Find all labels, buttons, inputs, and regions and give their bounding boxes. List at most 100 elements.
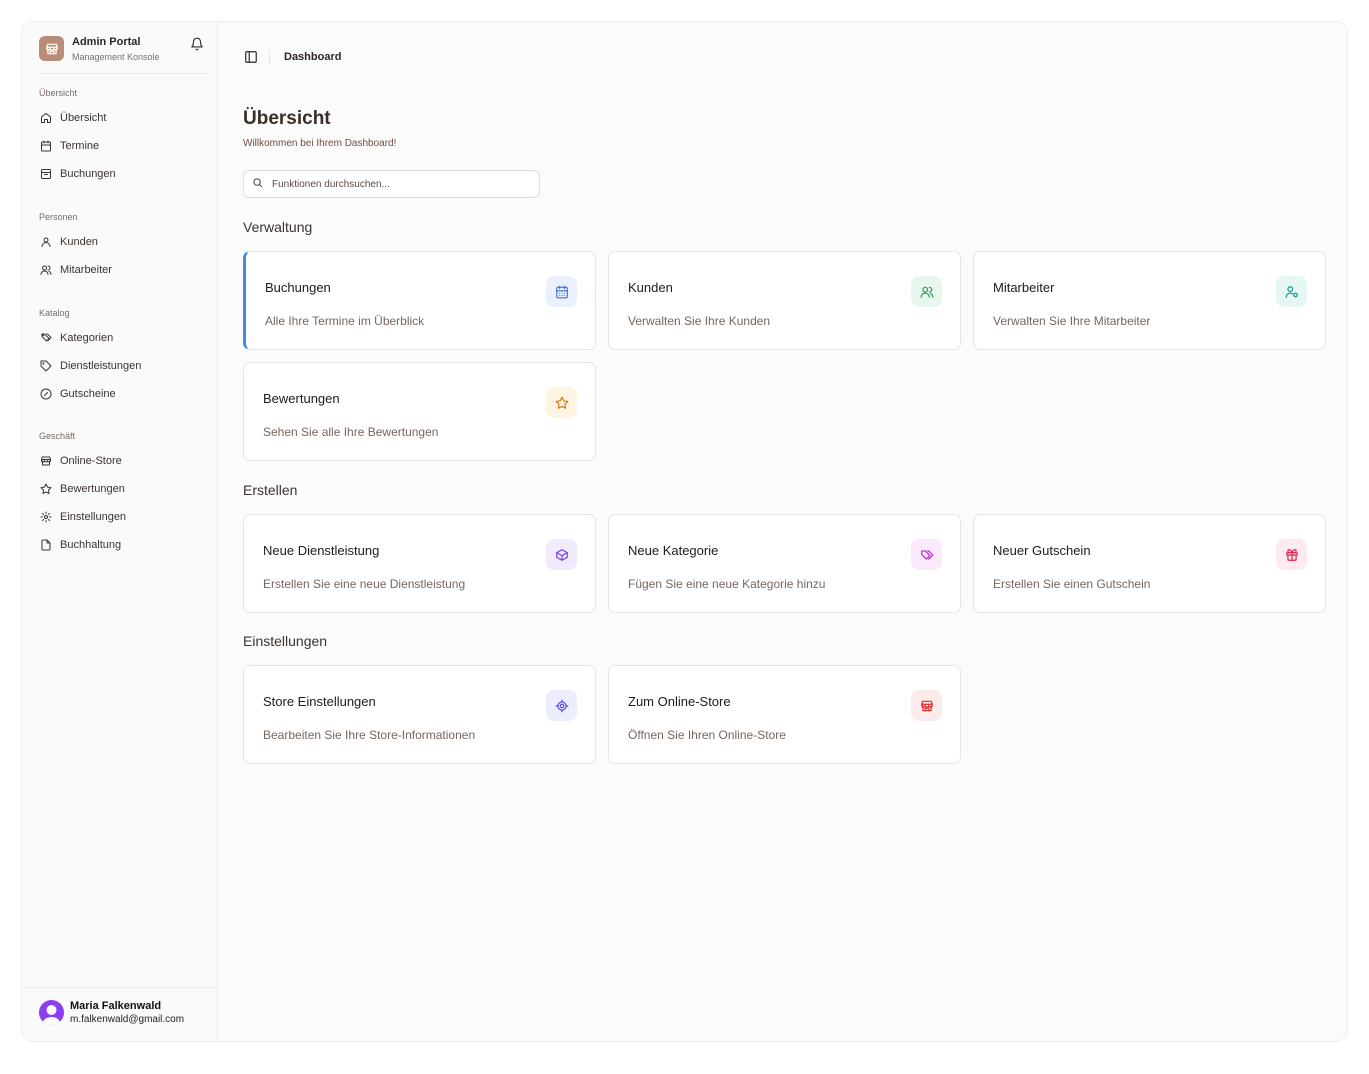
card-bewertungen[interactable]: Bewertungen Sehen Sie alle Ihre Bewertun…	[243, 362, 596, 461]
card-title: Store Einstellungen	[263, 694, 376, 709]
star-icon	[546, 387, 577, 418]
settings-icon	[39, 511, 52, 524]
sidebar-item-label: Online-Store	[60, 455, 122, 467]
avatar	[39, 1000, 64, 1025]
user-name: Maria Falkenwald	[70, 1000, 162, 1012]
card-title: Bewertungen	[263, 391, 340, 406]
section-title-erstellen: Erstellen	[243, 482, 298, 498]
card-neue-kategorie[interactable]: Neue Kategorie Fügen Sie eine neue Kateg…	[608, 514, 961, 613]
nav-group-label-people: Personen	[39, 212, 78, 222]
bell-icon[interactable]	[190, 37, 204, 51]
sidebar-toggle-icon[interactable]	[243, 49, 259, 65]
gift-icon	[1276, 539, 1307, 570]
tags-icon	[39, 332, 52, 345]
sidebar-item-label: Gutscheine	[60, 388, 116, 400]
divider	[38, 73, 211, 74]
card-kunden[interactable]: Kunden Verwalten Sie Ihre Kunden	[608, 251, 961, 350]
main-content: Dashboard Übersicht Willkommen bei Ihrem…	[219, 22, 1347, 1041]
sidebar-item-label: Kunden	[60, 236, 98, 248]
nav-group-label-business: Geschäft	[39, 431, 76, 441]
calendar-icon	[546, 276, 577, 307]
sidebar-item-buchungen[interactable]: Buchungen	[32, 163, 208, 185]
brand-subtitle: Management Konsole	[72, 52, 160, 62]
brand-title: Admin Portal	[72, 36, 141, 48]
users-icon	[911, 276, 942, 307]
sidebar-item-label: Mitarbeiter	[60, 264, 112, 276]
card-description: Bearbeiten Sie Ihre Store-Informationen	[263, 728, 476, 742]
sidebar-item-online-store[interactable]: Online-Store	[32, 450, 208, 472]
card-description: Erstellen Sie eine neue Dienstleistung	[263, 577, 466, 591]
sidebar-item-label: Buchungen	[60, 168, 116, 180]
tag-icon	[39, 360, 52, 373]
card-title: Neue Kategorie	[628, 543, 719, 558]
file-icon	[39, 539, 52, 552]
card-description: Sehen Sie alle Ihre Bewertungen	[263, 425, 439, 439]
store-icon	[39, 455, 52, 468]
sidebar-item-label: Bewertungen	[60, 483, 125, 495]
card-description: Erstellen Sie einen Gutschein	[993, 577, 1151, 591]
sidebar: Admin Portal Management Konsole Übersich…	[22, 22, 218, 1041]
sidebar-item-termine[interactable]: Termine	[32, 135, 208, 157]
search-icon	[252, 175, 263, 193]
card-title: Zum Online-Store	[628, 694, 731, 709]
home-icon	[39, 112, 52, 125]
card-description: Verwalten Sie Ihre Kunden	[628, 314, 771, 328]
sidebar-item-label: Termine	[60, 140, 100, 152]
card-description: Alle Ihre Termine im Überblick	[265, 314, 425, 328]
card-neue-dienstleistung[interactable]: Neue Dienstleistung Erstellen Sie eine n…	[243, 514, 596, 613]
page-subtitle: Willkommen bei Ihrem Dashboard!	[243, 138, 397, 149]
sidebar-item-label: Übersicht	[60, 112, 107, 124]
sidebar-item-buchhaltung[interactable]: Buchhaltung	[32, 534, 208, 556]
card-store-einstellungen[interactable]: Store Einstellungen Bearbeiten Sie Ihre …	[243, 665, 596, 764]
card-title: Buchungen	[265, 280, 331, 295]
card-title: Mitarbeiter	[993, 280, 1055, 295]
brand[interactable]: Admin Portal Management Konsole	[39, 36, 209, 72]
sidebar-item-bewertungen[interactable]: Bewertungen	[32, 478, 208, 500]
search-input[interactable]	[272, 178, 512, 190]
card-mitarbeiter[interactable]: Mitarbeiter Verwalten Sie Ihre Mitarbeit…	[973, 251, 1326, 350]
sidebar-item-label: Kategorien	[60, 332, 114, 344]
topbar: Dashboard	[243, 48, 341, 66]
sidebar-item-label: Dienstleistungen	[60, 360, 142, 372]
sidebar-item-kunden[interactable]: Kunden	[32, 231, 208, 253]
section-title-einstellungen: Einstellungen	[243, 633, 328, 649]
user-cog-icon	[1276, 276, 1307, 307]
badge-percent-icon	[39, 388, 52, 401]
star-icon	[39, 483, 52, 496]
settings-icon	[546, 690, 577, 721]
divider	[269, 50, 270, 64]
card-zum-online-store[interactable]: Zum Online-Store Öffnen Sie Ihren Online…	[608, 665, 961, 764]
card-description: Öffnen Sie Ihren Online-Store	[628, 728, 786, 742]
store-logo-icon	[39, 36, 64, 61]
search-box[interactable]	[243, 170, 540, 198]
breadcrumb: Dashboard	[284, 51, 342, 63]
card-description: Fügen Sie eine neue Kategorie hinzu	[628, 577, 826, 591]
card-neuer-gutschein[interactable]: Neuer Gutschein Erstellen Sie einen Guts…	[973, 514, 1326, 613]
sidebar-item-label: Einstellungen	[60, 511, 127, 523]
users-icon	[39, 264, 52, 277]
sidebar-item-gutscheine[interactable]: Gutscheine	[32, 383, 208, 405]
sidebar-item-kategorien[interactable]: Kategorien	[32, 327, 208, 349]
nav-group-label-catalog: Katalog	[39, 308, 70, 318]
sidebar-item-dienstleistungen[interactable]: Dienstleistungen	[32, 355, 208, 377]
tags-icon	[911, 539, 942, 570]
card-buchungen[interactable]: Buchungen Alle Ihre Termine im Überblick	[243, 251, 596, 350]
calendar-icon	[39, 140, 52, 153]
package-icon	[546, 539, 577, 570]
store-icon	[911, 690, 942, 721]
section-title-verwaltung: Verwaltung	[243, 219, 313, 235]
card-title: Neue Dienstleistung	[263, 543, 380, 558]
app-window: Admin Portal Management Konsole Übersich…	[21, 21, 1348, 1042]
sidebar-item-uebersicht[interactable]: Übersicht	[32, 107, 208, 129]
user-email: m.falkenwald@gmail.com	[70, 1014, 185, 1025]
card-title: Kunden	[628, 280, 673, 295]
sidebar-item-label: Buchhaltung	[60, 539, 122, 551]
booking-icon	[39, 168, 52, 181]
user-profile[interactable]: Maria Falkenwald m.falkenwald@gmail.com	[22, 987, 218, 1041]
sidebar-item-mitarbeiter[interactable]: Mitarbeiter	[32, 259, 208, 281]
page-title: Übersicht	[243, 108, 331, 129]
user-icon	[39, 236, 52, 249]
sidebar-item-einstellungen[interactable]: Einstellungen	[32, 506, 208, 528]
card-title: Neuer Gutschein	[993, 543, 1091, 558]
card-description: Verwalten Sie Ihre Mitarbeiter	[993, 314, 1151, 328]
